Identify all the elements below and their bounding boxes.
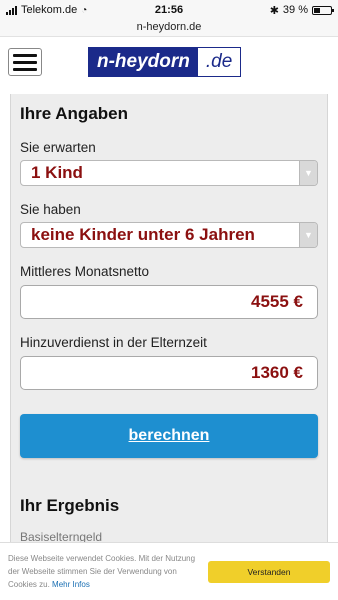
hamburger-menu-button[interactable] [8,48,42,76]
logo-ext-text: .de [197,48,241,76]
expect-select[interactable]: 1 Kind ▼ [20,160,318,186]
signal-icon [6,5,17,15]
logo-main-text: n-heydorn [89,48,198,76]
menu-line [13,60,37,64]
battery-icon [312,5,334,15]
cookie-message: Diese Webseite verwendet Cookies. Mit de… [8,554,196,589]
menu-line [13,53,37,57]
dropdown-arrow-icon: ▼ [299,161,317,185]
have-value: keine Kinder unter 6 Jahren [31,225,255,244]
address-bar[interactable]: n-heydorn.de [0,20,338,37]
battery-percent: 39 % [282,4,308,16]
expect-value: 1 Kind [31,163,83,182]
have-label: Sie haben [20,202,81,217]
wifi-icon: ◔ [81,4,88,16]
have-select[interactable]: keine Kinder unter 6 Jahren ▼ [20,222,318,248]
status-bar: Telekom.de ◔ 21:56 ✱ 39 % [0,0,338,20]
result-heading: Ihr Ergebnis [20,496,120,515]
form-heading: Ihre Angaben [20,104,128,123]
more-info-link[interactable]: Mehr Infos [52,580,90,589]
menu-line [13,67,37,71]
income-input[interactable]: 4555 € [20,285,318,319]
site-header: n-heydorn .de [0,37,338,87]
expect-label: Sie erwarten [20,140,96,155]
dropdown-arrow-icon: ▼ [299,223,317,247]
calculate-button[interactable]: berechnen [20,414,318,458]
site-logo[interactable]: n-heydorn .de [88,47,242,77]
extra-income-input[interactable]: 1360 € [20,356,318,390]
income-label: Mittleres Monatsnetto [20,264,150,279]
cookie-text: Diese Webseite verwendet Cookies. Mit de… [8,552,196,591]
extra-income-label: Hinzuverdienst in der Elternzeit [20,335,207,350]
carrier-label: Telekom.de [21,4,78,16]
calculator-panel: Ihre Angaben Sie erwarten 1 Kind ▼ Sie h… [10,94,328,600]
cookie-banner: Diese Webseite verwendet Cookies. Mit de… [0,542,338,600]
cookie-accept-button[interactable]: Verstanden [208,560,330,583]
bluetooth-icon: ✱ [269,4,279,17]
